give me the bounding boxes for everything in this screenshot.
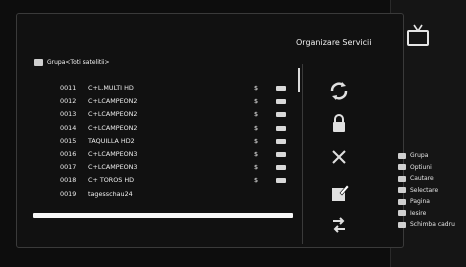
channel-row[interactable]: 0016 C+LCAMPEON3 $ xyxy=(34,148,296,161)
channel-name: TAQUILLA HD2 xyxy=(88,136,135,145)
legend-item: Selectare xyxy=(398,185,466,197)
pay-channel-icon: $ xyxy=(254,149,259,158)
scrambled-icon xyxy=(276,86,286,91)
channel-row[interactable]: 0017 C+LCAMPEON3 $ xyxy=(34,161,296,174)
channel-name: C+L.MULTI HD xyxy=(88,84,134,92)
move-icon[interactable] xyxy=(328,80,350,102)
key-icon xyxy=(398,175,406,182)
pay-channel-icon: $ xyxy=(254,176,259,185)
legend-item: Grupa xyxy=(398,150,466,162)
scrambled-icon xyxy=(276,178,286,184)
channel-number: 0012 xyxy=(60,97,77,106)
scrambled-icon xyxy=(276,165,286,171)
group-icon xyxy=(34,58,43,66)
legend-item: Pagina xyxy=(398,196,466,208)
lock-icon[interactable] xyxy=(328,112,350,134)
legend-label: Cautare xyxy=(410,175,434,183)
channel-name: C+LCAMPEON3 xyxy=(88,149,138,158)
legend-label: Grupa xyxy=(410,152,429,160)
legend-label: Pagina xyxy=(410,198,430,206)
channel-row[interactable]: 0012 C+LCAMPEON2 $ xyxy=(34,95,296,108)
key-legend: Grupa Optiuni Cautare Selectare Pagina Iesire… xyxy=(398,150,466,231)
group-label: Grupa<Toti satelitii> xyxy=(47,58,110,66)
channel-list: 0011 C+L.MULTI HD $0012 C+LCAMPEON2 $0013 C+L… xyxy=(34,82,296,201)
pay-channel-icon: $ xyxy=(254,136,259,145)
key-icon xyxy=(398,187,406,194)
key-icon xyxy=(398,221,406,228)
channel-number: 0018 xyxy=(60,176,77,185)
channel-row[interactable]: 0014 C+LCAMPEON2 $ xyxy=(34,122,296,135)
sort-icon[interactable] xyxy=(328,214,350,236)
legend-item: Cautare xyxy=(398,173,466,185)
legend-label: Selectare xyxy=(410,186,439,194)
scrambled-icon xyxy=(276,138,286,144)
scrambled-icon xyxy=(276,151,286,157)
delete-icon[interactable] xyxy=(328,146,350,168)
channel-name: C+LCAMPEON3 xyxy=(88,163,138,172)
group-selector[interactable]: Grupa<Toti satelitii> xyxy=(34,56,296,68)
channel-name: C+LCAMPEON2 xyxy=(88,110,138,119)
legend-label: Schimba cadru xyxy=(410,221,455,229)
divider xyxy=(302,64,303,244)
pay-channel-icon: $ xyxy=(254,123,259,132)
pay-channel-icon: $ xyxy=(254,110,259,119)
key-icon xyxy=(398,164,406,171)
scrambled-icon xyxy=(276,125,286,131)
key-icon xyxy=(398,210,406,217)
legend-item: Schimba cadru xyxy=(398,219,466,231)
tv-icon xyxy=(404,22,432,50)
channel-number: 0015 xyxy=(60,136,77,145)
pay-channel-icon: $ xyxy=(254,163,259,172)
channel-name: C+ TOROS HD xyxy=(88,176,135,185)
scrambled-icon xyxy=(276,99,286,105)
legend-label: Optiuni xyxy=(410,163,432,171)
channel-row[interactable]: 0019 tagesschau24 xyxy=(34,188,296,201)
key-icon xyxy=(398,198,406,205)
legend-item: Optiuni xyxy=(398,162,466,174)
scrambled-icon xyxy=(276,112,286,118)
channel-number: 0013 xyxy=(60,110,77,119)
channel-name: C+LCAMPEON2 xyxy=(88,123,138,132)
screen: Organizare Servicii Grupa<Toti satelitii… xyxy=(0,0,466,267)
channel-row[interactable]: 0018 C+ TOROS HD $ xyxy=(34,174,296,187)
channel-row[interactable]: 0015 TAQUILLA HD2 $ xyxy=(34,135,296,148)
channel-number: 0017 xyxy=(60,163,77,172)
pay-channel-icon: $ xyxy=(254,97,259,106)
scrollbar[interactable] xyxy=(298,68,300,92)
key-icon xyxy=(398,152,406,159)
rename-icon[interactable] xyxy=(328,182,350,204)
channel-name: tagesschau24 xyxy=(88,189,133,198)
channel-row[interactable]: 0011 C+L.MULTI HD $ xyxy=(34,82,296,95)
pay-channel-icon: $ xyxy=(254,84,259,92)
channel-number: 0016 xyxy=(60,149,77,158)
channel-row[interactable]: 0013 C+LCAMPEON2 $ xyxy=(34,108,296,121)
legend-label: Iesire xyxy=(410,209,427,217)
legend-item: Iesire xyxy=(398,208,466,220)
channel-number: 0019 xyxy=(60,189,77,198)
channel-number: 0014 xyxy=(60,123,77,132)
channel-number: 0011 xyxy=(60,84,77,92)
selected-row-highlight[interactable] xyxy=(33,213,293,218)
channel-name: C+LCAMPEON2 xyxy=(88,97,138,106)
page-title: Organizare Servicii xyxy=(296,38,372,47)
